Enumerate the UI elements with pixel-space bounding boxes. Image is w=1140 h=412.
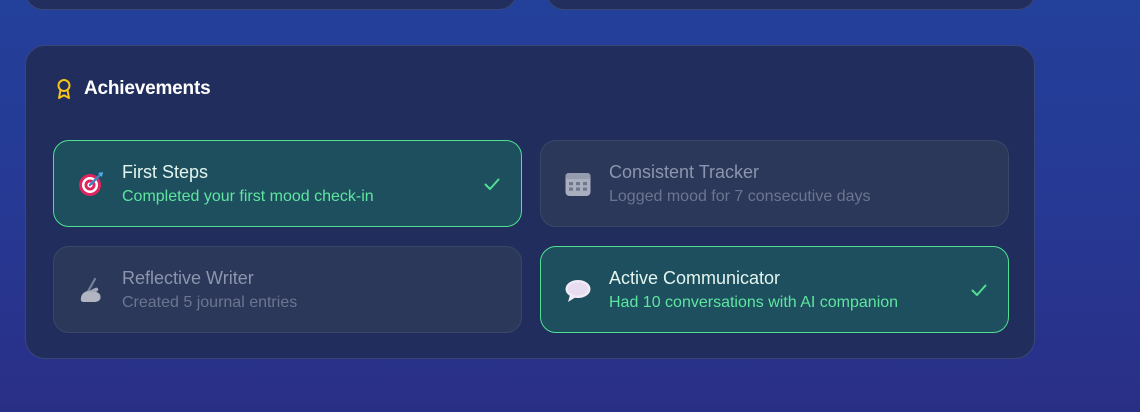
achievement-title: Reflective Writer <box>122 267 254 288</box>
checkmark-icon <box>484 178 500 190</box>
target-dart-icon <box>76 169 106 199</box>
achievements-header: Achievements <box>54 78 211 100</box>
previous-card-right <box>546 0 1036 10</box>
achievement-description: Logged mood for 7 consecutive days <box>609 187 871 205</box>
achievement-card-consistent-tracker[interactable]: Consistent Tracker Logged mood for 7 con… <box>540 140 1009 227</box>
achievement-description: Had 10 conversations with AI companion <box>609 293 899 311</box>
calendar-icon <box>563 169 593 199</box>
achievement-title: First Steps <box>122 161 209 182</box>
checkmark-icon <box>971 284 987 296</box>
achievement-description: Created 5 journal entries <box>122 293 298 311</box>
writing-hand-icon <box>76 275 106 305</box>
award-ribbon-icon <box>57 79 71 99</box>
achievement-card-first-steps[interactable]: First Steps Completed your first mood ch… <box>53 140 522 227</box>
achievement-title: Active Communicator <box>609 267 781 288</box>
achievements-panel: Achievements First Steps Completed your … <box>25 45 1035 359</box>
achievement-description: Completed your first mood check-in <box>122 187 374 205</box>
previous-card-left <box>25 0 517 10</box>
achievement-card-active-communicator[interactable]: Active Communicator Had 10 conversations… <box>540 246 1009 333</box>
achievement-card-reflective-writer[interactable]: Reflective Writer Created 5 journal entr… <box>53 246 522 333</box>
achievement-title: Consistent Tracker <box>609 161 760 182</box>
speech-bubble-icon <box>563 275 593 305</box>
achievements-title: Achievements <box>84 78 211 99</box>
